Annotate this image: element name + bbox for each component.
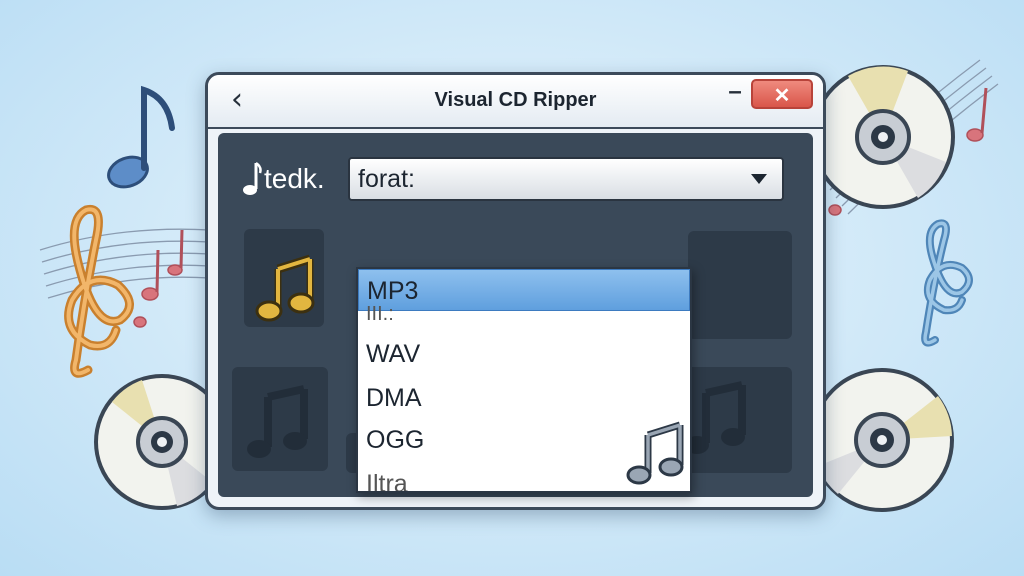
minimize-button[interactable]: – [723,78,747,107]
app-logo: tedk. [240,159,325,199]
album-tile[interactable] [688,231,792,339]
music-note-icon [626,421,684,485]
music-note-icon [243,161,262,195]
minimize-icon: – [728,78,742,105]
cd-disc-icon [810,368,954,512]
format-dropdown-list: MP3 III.: WAV DMA OGG Iltra [356,267,692,493]
close-button[interactable]: ✕ [751,79,813,109]
music-note-icon [247,385,308,458]
blue-treble-clef-icon [921,219,973,347]
format-option-wav[interactable]: WAV [358,333,690,375]
app-logo-text: tedk. [264,163,325,194]
orange-treble-clef-icon [64,204,134,378]
format-select[interactable]: forat: [348,157,784,201]
app-window: ‹ Visual CD Ripper – ✕ tedk. forat: MP3 … [205,72,826,510]
main-panel: tedk. forat: MP3 III.: WAV DMA OGG Iltra [218,133,813,497]
close-icon: ✕ [773,85,791,107]
title-bar: ‹ Visual CD Ripper – ✕ [208,75,823,129]
chevron-down-icon[interactable] [742,163,776,195]
music-note-icon [255,254,315,322]
format-select-value: forat: [358,165,415,193]
blue-music-note-icon [107,85,175,189]
cd-disc-icon [811,65,955,209]
album-tile[interactable] [232,367,328,471]
album-tile[interactable] [244,229,324,327]
format-option-partial[interactable]: III.: [358,301,690,327]
